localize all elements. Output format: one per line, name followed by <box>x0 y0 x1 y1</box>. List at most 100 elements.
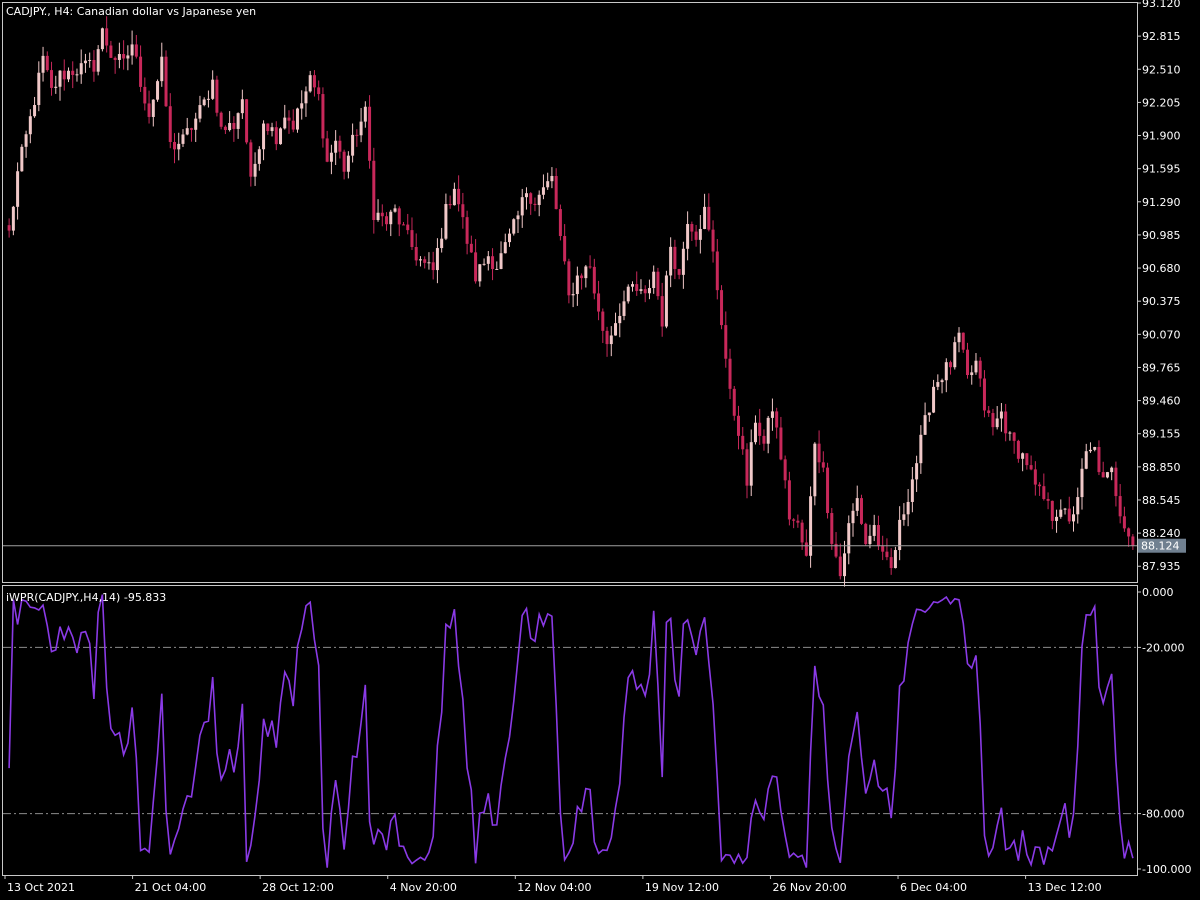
time-axis-label: 13 Dec 12:00 <box>1028 881 1102 894</box>
candle-body <box>79 63 83 75</box>
price-y-tick-label: 89.460 <box>1142 395 1181 408</box>
candle-body <box>635 284 639 291</box>
candle-body <box>961 332 965 350</box>
candle-body <box>147 103 151 117</box>
candle-body <box>376 212 380 221</box>
candle-body <box>843 553 847 577</box>
candle-body <box>851 510 855 524</box>
candle-body <box>177 143 181 150</box>
candle-body <box>11 206 15 231</box>
candle-body <box>291 120 295 130</box>
candle-body <box>1042 486 1046 499</box>
candle-body <box>1055 516 1059 521</box>
candle-body <box>113 57 117 60</box>
candle-body <box>219 112 223 127</box>
candle-body <box>440 238 444 249</box>
candle-body <box>71 70 75 75</box>
candle-body <box>215 79 219 113</box>
candle-body <box>571 294 575 296</box>
candle-body <box>512 219 516 234</box>
candle-body <box>283 117 287 129</box>
wpr-y-tick-label: 0.000 <box>1142 586 1174 599</box>
price-y-tick-label: 91.290 <box>1142 196 1181 209</box>
candle-body <box>173 141 177 150</box>
candle-body <box>312 75 316 88</box>
candle-body <box>130 44 134 56</box>
candle-body <box>881 546 885 552</box>
candle-body <box>826 467 830 514</box>
time-axis: 13 Oct 2021 21 Oct 04:00 28 Oct 12:00 4 Nov… <box>4 875 1102 894</box>
candle-body <box>279 128 283 145</box>
candle-body <box>927 412 931 416</box>
candle-body <box>37 72 41 106</box>
candle-body <box>406 224 410 231</box>
candle-body <box>1038 484 1042 487</box>
candle-body <box>1072 514 1076 522</box>
candle-body <box>949 362 953 368</box>
candle-body <box>800 522 804 543</box>
candle-body <box>694 231 698 240</box>
wpr-indicator-title: iWPR(CADJPY.,H4,14) -95.833 <box>6 591 166 604</box>
candle-body <box>584 266 588 279</box>
candle-body <box>156 81 160 100</box>
candle-body <box>673 246 677 270</box>
time-axis-label: 26 Nov 20:00 <box>772 881 846 894</box>
candle-body <box>639 289 643 291</box>
candle-body <box>465 217 469 244</box>
wpr-y-axis: 0.000 -20.000 -80.000 -100.000 <box>1137 586 1191 876</box>
candle-body <box>737 415 741 436</box>
candle-body <box>334 140 338 153</box>
candle-body <box>28 116 32 135</box>
candle-body <box>724 325 728 359</box>
candle-body <box>715 251 719 291</box>
candle-body <box>677 269 681 275</box>
candle-body <box>117 54 121 60</box>
candle-body <box>329 152 333 162</box>
candle-body <box>855 498 859 511</box>
candle-body <box>987 410 991 414</box>
candle-body <box>20 146 24 172</box>
candle-body <box>389 211 393 225</box>
candle-body <box>338 140 342 152</box>
candle-body <box>775 411 779 428</box>
price-panel[interactable]: 93.120 92.815 92.510 92.205 91.900 91.595 91.2… <box>2 0 1187 587</box>
candle-body <box>368 106 372 161</box>
candle-body <box>991 413 995 428</box>
candle-body <box>304 91 308 104</box>
candle-body <box>1080 468 1084 498</box>
price-chart-title: CADJPY., H4: Canadian dollar vs Japanese… <box>6 5 256 18</box>
price-y-tick-label: 88.545 <box>1142 494 1181 507</box>
candle-body <box>457 188 461 205</box>
price-y-tick-label: 91.595 <box>1142 163 1181 176</box>
candle-body <box>847 523 851 554</box>
candle-body <box>444 204 448 239</box>
candle-body <box>1033 469 1037 485</box>
wpr-panel[interactable]: 0.000 -20.000 -80.000 -100.000 iWPR(CADJPY.… <box>2 585 1192 877</box>
candle-body <box>342 151 346 172</box>
candle-body <box>974 360 978 373</box>
price-y-tick-label: 91.900 <box>1142 130 1181 143</box>
candle-body <box>1110 467 1114 473</box>
time-axis-label: 4 Nov 20:00 <box>390 881 457 894</box>
candle-body <box>236 113 240 129</box>
candle-body <box>385 216 389 225</box>
candle-body <box>622 301 626 316</box>
candle-body <box>660 296 664 327</box>
time-axis-label: 6 Dec 04:00 <box>900 881 967 894</box>
candle-body <box>448 204 452 206</box>
price-candles <box>7 16 1135 587</box>
candle-body <box>452 188 456 206</box>
candle-body <box>266 123 270 132</box>
trading-chart[interactable]: 93.120 92.815 92.510 92.205 91.900 91.595 91.2… <box>0 0 1200 900</box>
candle-body <box>1088 449 1092 452</box>
candle-body <box>741 435 745 450</box>
candle-body <box>185 128 189 135</box>
candle-body <box>308 75 312 92</box>
wpr-level-lines <box>3 646 1137 815</box>
candle-body <box>664 275 668 327</box>
candle-body <box>563 236 567 262</box>
candle-body <box>427 262 431 264</box>
candle-body <box>1012 432 1016 441</box>
candle-body <box>1122 516 1126 529</box>
time-axis-label: 21 Oct 04:00 <box>135 881 207 894</box>
